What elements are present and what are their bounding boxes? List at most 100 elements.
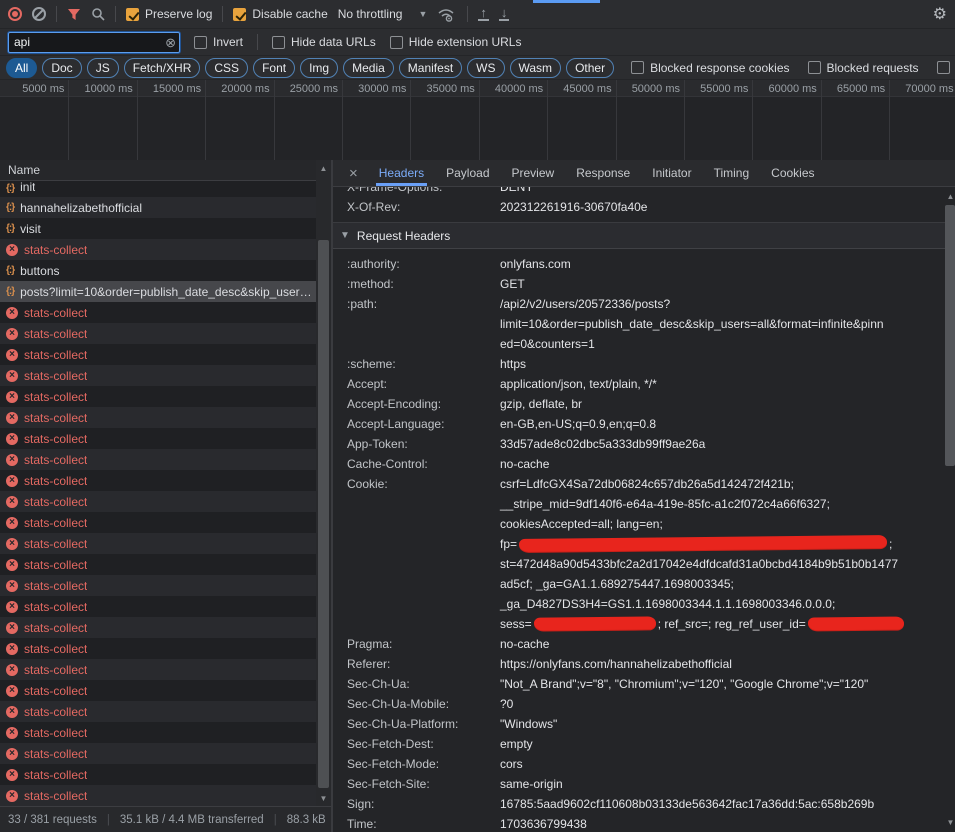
filter-pill-font[interactable]: Font	[253, 58, 295, 78]
name-column-header[interactable]: Name	[0, 160, 331, 181]
filter-pill-ws[interactable]: WS	[467, 58, 504, 78]
hide-extension-urls-checkbox[interactable]: Hide extension URLs	[390, 35, 522, 49]
request-row[interactable]: ×stats-collect	[0, 428, 316, 449]
filter-pill-js[interactable]: JS	[87, 58, 119, 78]
header-row: Sec-Ch-Ua-Mobile:?0	[333, 694, 955, 714]
throttling-dropdown[interactable]: No throttling ▼	[338, 7, 428, 21]
request-row[interactable]: ×stats-collect	[0, 239, 316, 260]
request-name: stats-collect	[24, 600, 87, 614]
record-icon[interactable]	[8, 7, 22, 21]
request-row[interactable]: ×stats-collect	[0, 470, 316, 491]
filter-pill-fetch-xhr[interactable]: Fetch/XHR	[124, 58, 201, 78]
scroll-up-icon[interactable]: ▲	[316, 164, 331, 173]
filter-input-wrap: ⊗	[8, 32, 180, 53]
filter-pill-manifest[interactable]: Manifest	[399, 58, 462, 78]
header-value: cors	[500, 754, 523, 774]
import-har-icon[interactable]: ↑	[478, 7, 489, 21]
devtools-tab-highlight	[533, 0, 600, 3]
request-row[interactable]: ×stats-collect	[0, 617, 316, 638]
checkbox-checked[interactable]	[126, 8, 139, 21]
request-row[interactable]: {:}init	[0, 181, 316, 197]
request-list-scrollbar-thumb[interactable]	[318, 240, 329, 788]
hide-data-urls-checkbox[interactable]: Hide data URLs	[272, 35, 376, 49]
header-value-line: en-GB,en-US;q=0.9,en;q=0.8	[500, 414, 656, 434]
request-row[interactable]: ×stats-collect	[0, 302, 316, 323]
checkbox-unchecked[interactable]	[194, 36, 207, 49]
request-row[interactable]: ×stats-collect	[0, 407, 316, 428]
timeline-tick-label: 25000 ms	[270, 83, 338, 95]
request-row[interactable]: ×stats-collect	[0, 743, 316, 764]
request-headers-section-toggle[interactable]: ▼ Request Headers	[333, 223, 955, 249]
request-row[interactable]: ×stats-collect	[0, 512, 316, 533]
invert-checkbox[interactable]: Invert	[194, 35, 243, 49]
tab-initiator[interactable]: Initiator	[641, 161, 702, 186]
request-row[interactable]: ×stats-collect	[0, 575, 316, 596]
export-har-icon[interactable]: ↓	[499, 7, 510, 21]
scroll-down-icon[interactable]: ▼	[316, 794, 331, 803]
request-row[interactable]: ×stats-collect	[0, 764, 316, 785]
filter-input[interactable]	[8, 32, 180, 53]
checkbox-unchecked[interactable]	[937, 61, 950, 74]
filter-pill-other[interactable]: Other	[566, 58, 614, 78]
tab-preview[interactable]: Preview	[501, 161, 566, 186]
network-overview-timeline[interactable]: 5000 ms10000 ms15000 ms20000 ms25000 ms3…	[0, 80, 955, 160]
request-row[interactable]: ×stats-collect	[0, 680, 316, 701]
details-scrollbar-thumb[interactable]	[945, 205, 955, 466]
search-icon[interactable]	[91, 7, 105, 21]
request-row[interactable]: ×stats-collect	[0, 596, 316, 617]
request-row[interactable]: ×stats-collect	[0, 365, 316, 386]
checkbox-unchecked[interactable]	[390, 36, 403, 49]
request-row[interactable]: {:}buttons	[0, 260, 316, 281]
request-row[interactable]: ×stats-collect	[0, 659, 316, 680]
filter-pill-all[interactable]: All	[6, 58, 37, 78]
blocked-response-cookies-checkbox[interactable]: Blocked response cookies	[631, 61, 789, 75]
request-row[interactable]: {:}posts?limit=10&order=publish_date_des…	[0, 281, 316, 302]
close-icon[interactable]: ×	[339, 165, 368, 182]
response-headers-tail: X-Frame-Options: DENY X-Of-Rev: 20231226…	[333, 187, 955, 223]
checkbox-checked[interactable]	[233, 8, 246, 21]
filter-pill-doc[interactable]: Doc	[42, 58, 81, 78]
tab-payload[interactable]: Payload	[435, 161, 500, 186]
tab-response[interactable]: Response	[565, 161, 641, 186]
header-row: Time:1703636799438	[333, 814, 955, 832]
settings-gear-icon[interactable]: ⚙	[933, 4, 947, 24]
filter-pill-media[interactable]: Media	[343, 58, 394, 78]
request-row[interactable]: ×stats-collect	[0, 449, 316, 470]
scroll-down-icon[interactable]: ▼	[943, 818, 955, 827]
blocked-requests-checkbox[interactable]: Blocked requests	[808, 61, 919, 75]
request-row[interactable]: {:}visit	[0, 218, 316, 239]
request-row[interactable]: ×stats-collect	[0, 533, 316, 554]
request-row[interactable]: ×stats-collect	[0, 785, 316, 806]
checkbox-unchecked[interactable]	[808, 61, 821, 74]
request-row[interactable]: ×stats-collect	[0, 323, 316, 344]
filter-pill-img[interactable]: Img	[300, 58, 338, 78]
request-row[interactable]: ×stats-collect	[0, 386, 316, 407]
preserve-log-checkbox[interactable]: Preserve log	[126, 7, 212, 21]
header-value: https://onlyfans.com/hannahelizabethoffi…	[500, 654, 732, 674]
filter-pill-wasm[interactable]: Wasm	[510, 58, 562, 78]
filter-pill-css[interactable]: CSS	[205, 58, 248, 78]
scroll-up-icon[interactable]: ▲	[943, 192, 955, 201]
request-row[interactable]: ×stats-collect	[0, 344, 316, 365]
request-row[interactable]: {:}hannahelizabethofficial	[0, 197, 316, 218]
request-row[interactable]: ×stats-collect	[0, 554, 316, 575]
tab-headers[interactable]: Headers	[368, 161, 435, 186]
request-row[interactable]: ×stats-collect	[0, 701, 316, 722]
clear-filter-icon[interactable]: ⊗	[165, 35, 176, 51]
network-conditions-icon[interactable]	[437, 7, 457, 22]
header-value-line: GET	[500, 274, 525, 294]
request-row[interactable]: ×stats-collect	[0, 722, 316, 743]
disable-cache-checkbox[interactable]: Disable cache	[233, 7, 327, 21]
resources-size: 88.3 kB	[287, 814, 326, 826]
3rd-party-requests-checkbox[interactable]: 3rd-party requests	[937, 61, 955, 75]
throttling-value: No throttling	[338, 7, 403, 21]
checkbox-unchecked[interactable]	[272, 36, 285, 49]
tab-cookies[interactable]: Cookies	[760, 161, 825, 186]
checkbox-unchecked[interactable]	[631, 61, 644, 74]
filter-icon[interactable]	[67, 8, 81, 21]
tab-timing[interactable]: Timing	[703, 161, 761, 186]
request-name: stats-collect	[24, 726, 87, 740]
request-row[interactable]: ×stats-collect	[0, 491, 316, 512]
request-row[interactable]: ×stats-collect	[0, 638, 316, 659]
clear-icon[interactable]	[32, 7, 46, 21]
